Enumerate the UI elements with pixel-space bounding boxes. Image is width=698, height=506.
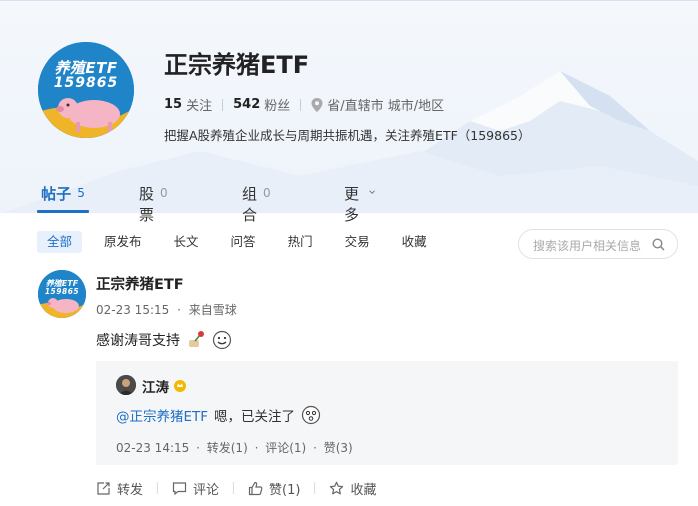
quote-comment-count[interactable]: 评论(1) [265, 441, 306, 455]
quote-meta: 02-23 14:15 · 转发(1) · 评论(1) · 赞(3) [116, 439, 353, 456]
comment-button[interactable]: 评论 [172, 479, 219, 498]
tab-label: 更多 [344, 185, 360, 224]
filter-trade[interactable]: 交易 [335, 231, 380, 253]
post-actions: 转发 评论 赞(1) 收藏 [96, 478, 376, 498]
location-text: 省/直辖市 城市/地区 [327, 99, 445, 114]
mention-link[interactable]: @正宗养猪ETF [116, 405, 208, 425]
divider [300, 98, 302, 111]
followers-label[interactable]: 粉丝 [264, 95, 290, 114]
filter-favorites[interactable]: 收藏 [392, 231, 437, 253]
like-icon [248, 481, 263, 495]
rose-emoji-icon [189, 331, 204, 347]
repost-icon [97, 481, 110, 495]
comment-icon [172, 481, 187, 495]
filter-hot[interactable]: 热门 [278, 231, 323, 253]
repost-button[interactable]: 转发 [96, 479, 143, 498]
post-content: 感谢涛哥支持 [96, 330, 232, 350]
quote-text: 嗯，已关注了 [214, 409, 296, 425]
quote-content: @正宗养猪ETF 嗯，已关注了 [116, 405, 321, 425]
quote-author-avatar[interactable] [116, 375, 136, 395]
meta-separator: · [313, 441, 317, 455]
user-search-input[interactable]: 搜索该用户相关信息 [518, 229, 678, 259]
favorite-label: 收藏 [350, 482, 377, 498]
favorite-button[interactable]: 收藏 [329, 479, 376, 498]
meta-separator: · [254, 441, 259, 455]
divider [233, 482, 235, 494]
tab-count: 5 [77, 186, 85, 200]
smile-emoji-icon [212, 330, 232, 350]
search-placeholder: 搜索该用户相关信息 [533, 239, 642, 253]
quote-repost-count[interactable]: 转发(1) [207, 441, 248, 455]
like-button[interactable]: 赞(1) [248, 479, 300, 498]
like-label: 赞(1) [269, 482, 301, 498]
tab-count: 0 [160, 186, 168, 200]
meta-separator: · [196, 441, 200, 455]
tab-more[interactable]: 更多 [344, 175, 375, 224]
tab-label: 组合 [242, 185, 258, 224]
post-filters: 全部 原发布 长文 问答 热门 交易 收藏 [37, 231, 449, 253]
post-meta: 02-23 15:15 · 来自雪球 [96, 301, 237, 318]
profile-name: 正宗养猪ETF [164, 51, 310, 79]
quote-author-name[interactable]: 江涛 [142, 376, 169, 396]
surprised-emoji-icon [301, 405, 321, 425]
avatar-line2: 159865 [44, 287, 80, 296]
profile-bio: 把握A股养殖企业成长与周期共振机遇，关注养殖ETF（159865） [164, 128, 531, 143]
post-author-avatar[interactable]: 养殖ETF 159865 [38, 270, 86, 318]
repost-label: 转发 [117, 482, 144, 498]
filter-qa[interactable]: 问答 [221, 231, 266, 253]
following-label[interactable]: 关注 [186, 95, 212, 114]
post-text: 感谢涛哥支持 [96, 333, 180, 349]
vip-badge-icon [174, 380, 186, 392]
post-time[interactable]: 02-23 15:15 [96, 303, 169, 317]
star-icon [330, 481, 344, 494]
divider [157, 482, 159, 494]
tab-label: 股票 [139, 185, 155, 224]
divider [222, 98, 224, 111]
profile-stats: 15 关注 542 粉丝 省/直辖市 城市/地区 [164, 95, 444, 114]
profile-avatar[interactable]: 养殖ETF 159865 [38, 42, 134, 138]
tab-posts[interactable]: 帖子 5 [37, 175, 89, 213]
divider [314, 482, 316, 494]
comment-label: 评论 [193, 482, 220, 498]
quote-like-count[interactable]: 赞(3) [324, 441, 353, 455]
tab-stocks[interactable]: 股票 0 [139, 175, 168, 224]
post-author-name[interactable]: 正宗养猪ETF [96, 273, 184, 294]
following-count[interactable]: 15 [164, 97, 182, 112]
search-icon[interactable] [652, 238, 665, 251]
quote-author: 江涛 [142, 376, 187, 396]
quoted-comment[interactable]: 江涛 @正宗养猪ETF 嗯，已关注了 02-23 14:15 · 转发(1) ·… [96, 361, 678, 465]
followers-count[interactable]: 542 [233, 97, 260, 112]
tab-label: 帖子 [41, 185, 72, 203]
chevron-down-icon [369, 190, 375, 194]
person-avatar-image [116, 375, 136, 395]
filter-longform[interactable]: 长文 [164, 231, 209, 253]
quote-time[interactable]: 02-23 14:15 [116, 441, 189, 455]
meta-separator: · [177, 303, 181, 317]
tab-portfolios[interactable]: 组合 0 [242, 175, 271, 224]
filter-all[interactable]: 全部 [37, 231, 83, 253]
tab-count: 0 [263, 186, 271, 200]
post-source: 来自雪球 [188, 303, 237, 317]
filter-original[interactable]: 原发布 [94, 231, 152, 253]
location-icon [311, 97, 323, 112]
avatar-line2: 159865 [53, 75, 119, 91]
